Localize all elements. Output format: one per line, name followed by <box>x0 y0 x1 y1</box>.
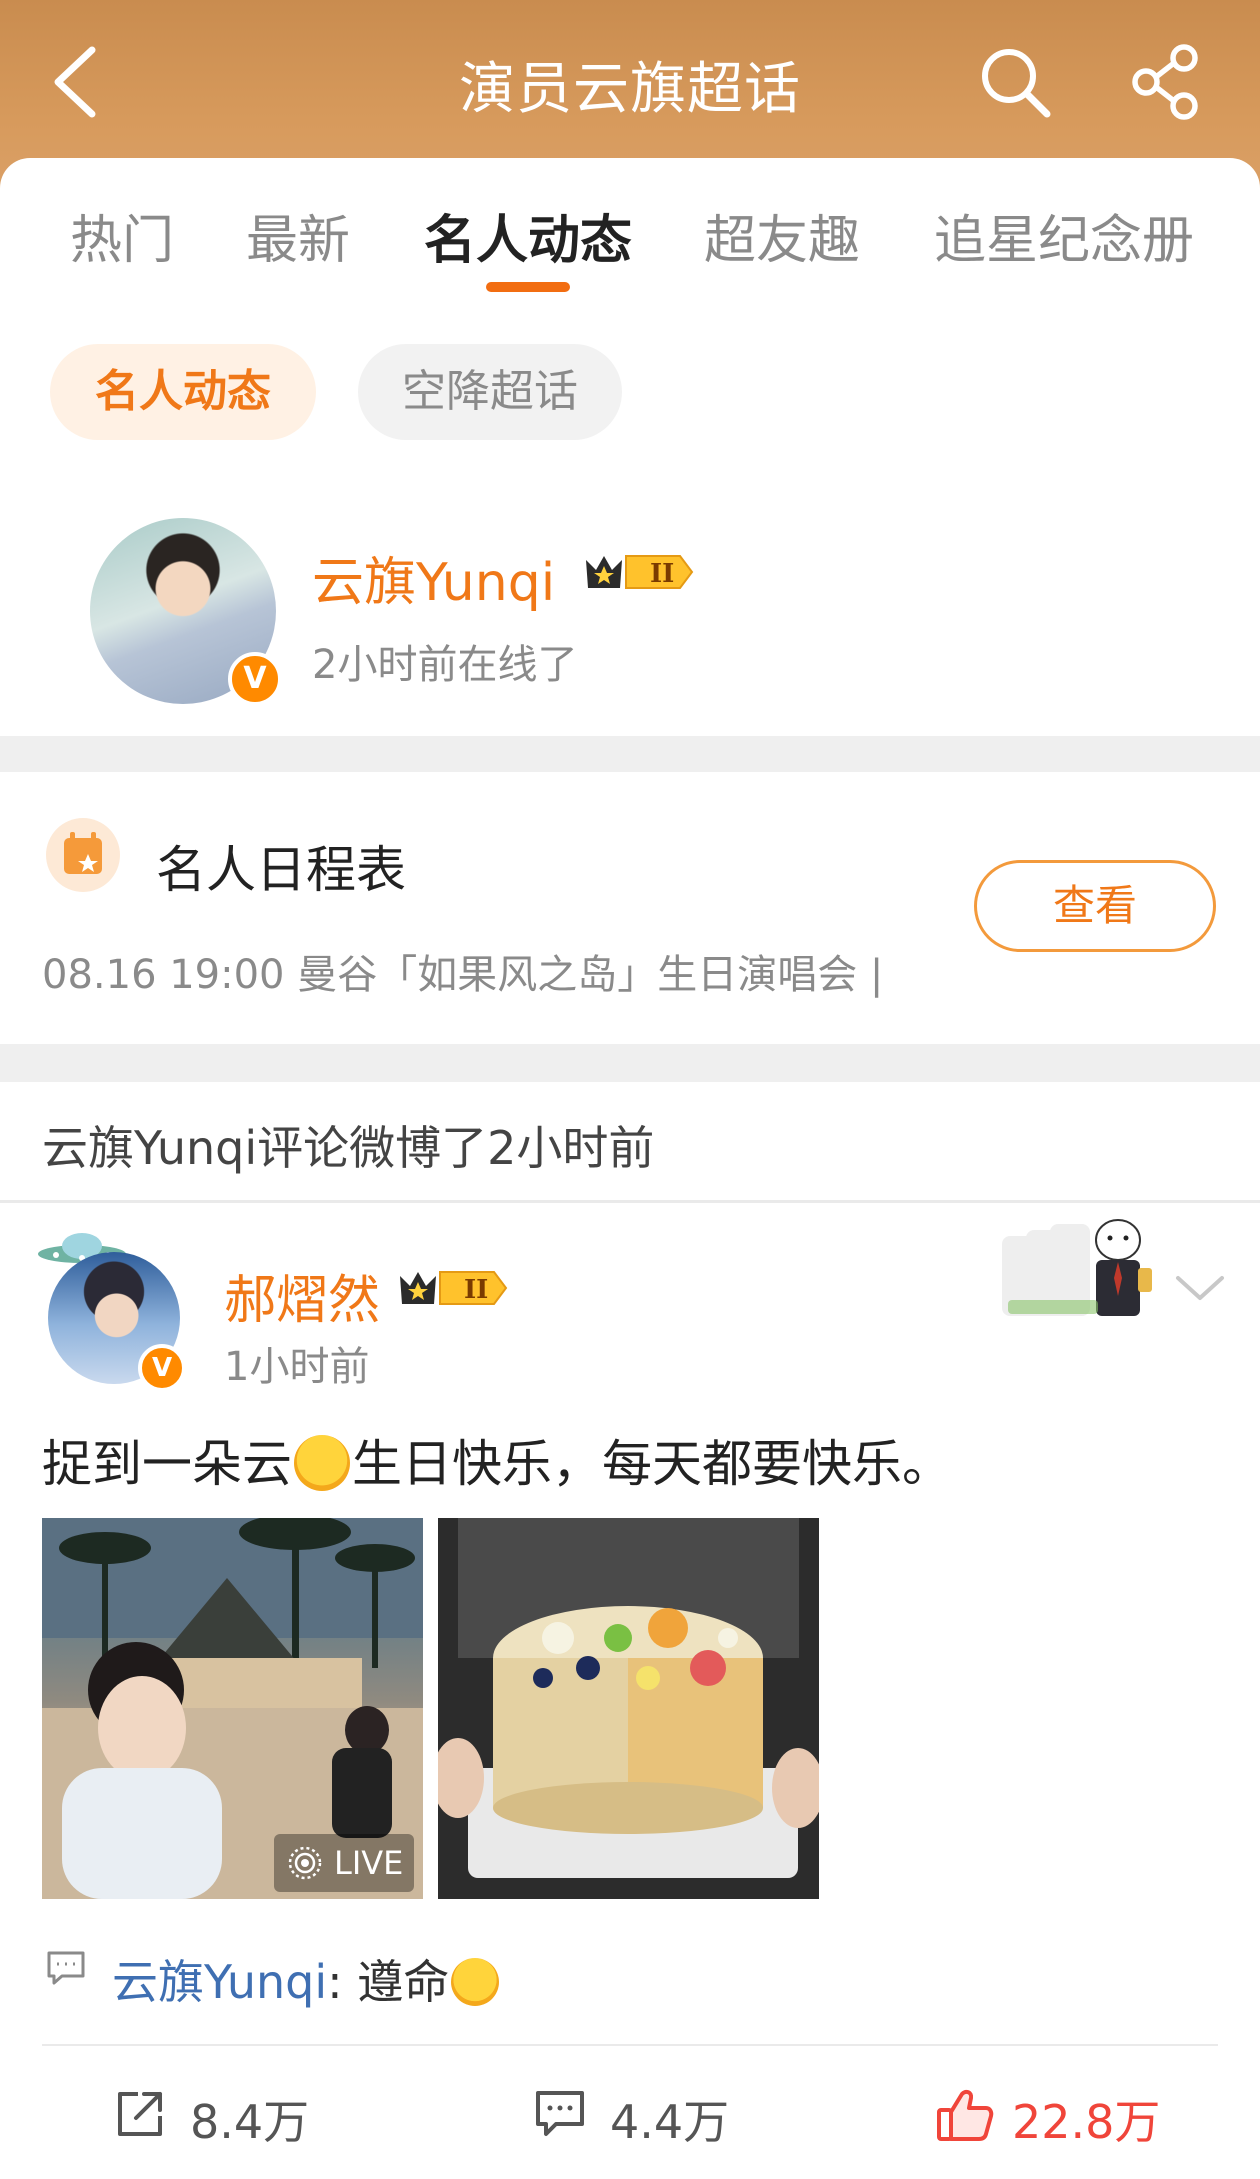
divider <box>42 2044 1218 2046</box>
post-image-beach[interactable]: LIVE <box>42 1518 423 1899</box>
post-text-part1: 捉到一朵云 <box>42 1435 292 1493</box>
live-photo-icon <box>288 1846 322 1880</box>
schedule-card: 名人日程表 08.16 19:00 曼谷「如果风之岛」生日演唱会 | 查看 <box>0 772 1260 1044</box>
schedule-title: 名人日程表 <box>156 841 406 899</box>
share-button[interactable] <box>1128 42 1208 122</box>
search-icon <box>982 49 1051 118</box>
comment-button[interactable]: 4.4万 <box>534 2084 754 2149</box>
bear-sticker-icon <box>1002 1219 1152 1316</box>
repost-icon <box>118 2092 162 2136</box>
celebrity-panel: 热门 最新 名人动态 超友趣 追星纪念册 名人动态 空降超话 V 云旗Yunqi… <box>0 158 1260 736</box>
schedule-info: 08.16 19:00 曼谷「如果风之岛」生日演唱会 | <box>42 952 884 998</box>
live-label: LIVE <box>334 1844 404 1882</box>
surprised-face-emoji-icon <box>451 1958 500 2006</box>
birthday-cake-photo-illustration <box>438 1518 819 1899</box>
tab-fan-fun[interactable]: 超友趣 <box>704 198 860 273</box>
tab-celebrity-news[interactable]: 名人动态 <box>424 198 632 273</box>
post-text: 捉到一朵云 生日快乐，每天都要快乐。 <box>42 1424 952 1496</box>
calendar-icon <box>46 818 120 892</box>
crown-level-text: II <box>650 559 674 589</box>
celebrity-online-status: 2小时前在线了 <box>312 642 578 688</box>
crown-level-icon: II <box>586 555 694 589</box>
peek-face-emoji-icon <box>294 1435 350 1491</box>
repost-count: 8.4万 <box>190 2095 310 2149</box>
live-badge: LIVE <box>274 1834 414 1892</box>
divider <box>0 1200 1260 1203</box>
thumbs-up-icon <box>937 2089 994 2141</box>
post-text-part2: 生日快乐，每天都要快乐。 <box>352 1435 952 1493</box>
chevron-down-icon[interactable] <box>1170 1268 1230 1308</box>
author-verified-badge: V <box>138 1344 186 1392</box>
activity-text[interactable]: 云旗Yunqi评论微博了2小时前 <box>42 1112 654 1178</box>
like-button[interactable]: 22.8万 <box>936 2084 1176 2149</box>
verified-badge: V <box>228 652 282 706</box>
comment-preview[interactable]: 云旗Yunqi: 遵命 <box>112 1946 501 2012</box>
post-time: 1小时前 <box>224 1344 370 1390</box>
search-button[interactable] <box>975 42 1055 122</box>
page-title: 演员云旗超话 <box>459 57 801 122</box>
tab-hot[interactable]: 热门 <box>70 198 174 273</box>
tab-fan-album[interactable]: 追星纪念册 <box>934 198 1194 273</box>
chip-airdrop-topic[interactable]: 空降超话 <box>358 344 622 440</box>
tab-bar: 热门 最新 名人动态 超友趣 追星纪念册 <box>0 158 1260 308</box>
chip-celebrity-news[interactable]: 名人动态 <box>50 344 316 440</box>
author-crown-level-icon: II <box>400 1271 508 1305</box>
comment-preview-icon <box>47 1951 85 1985</box>
tab-latest[interactable]: 最新 <box>246 198 350 273</box>
comment-author[interactable]: 云旗Yunqi <box>112 1955 327 2009</box>
comment-separator: : <box>327 1955 358 2009</box>
view-schedule-button[interactable]: 查看 <box>974 860 1216 952</box>
celebrity-name[interactable]: 云旗Yunqi <box>312 540 555 615</box>
share-icon <box>1132 44 1198 120</box>
post-image-cake[interactable] <box>438 1518 819 1899</box>
author-crown-level-text: II <box>464 1275 488 1305</box>
comment-count: 4.4万 <box>610 2095 730 2149</box>
author-name[interactable]: 郝熠然 <box>224 1258 380 1333</box>
active-tab-indicator <box>486 282 570 292</box>
comment-text: 遵命 <box>357 1955 450 2009</box>
like-count: 22.8万 <box>1012 2095 1161 2149</box>
repost-button[interactable]: 8.4万 <box>114 2084 334 2149</box>
comment-icon <box>536 2091 584 2136</box>
